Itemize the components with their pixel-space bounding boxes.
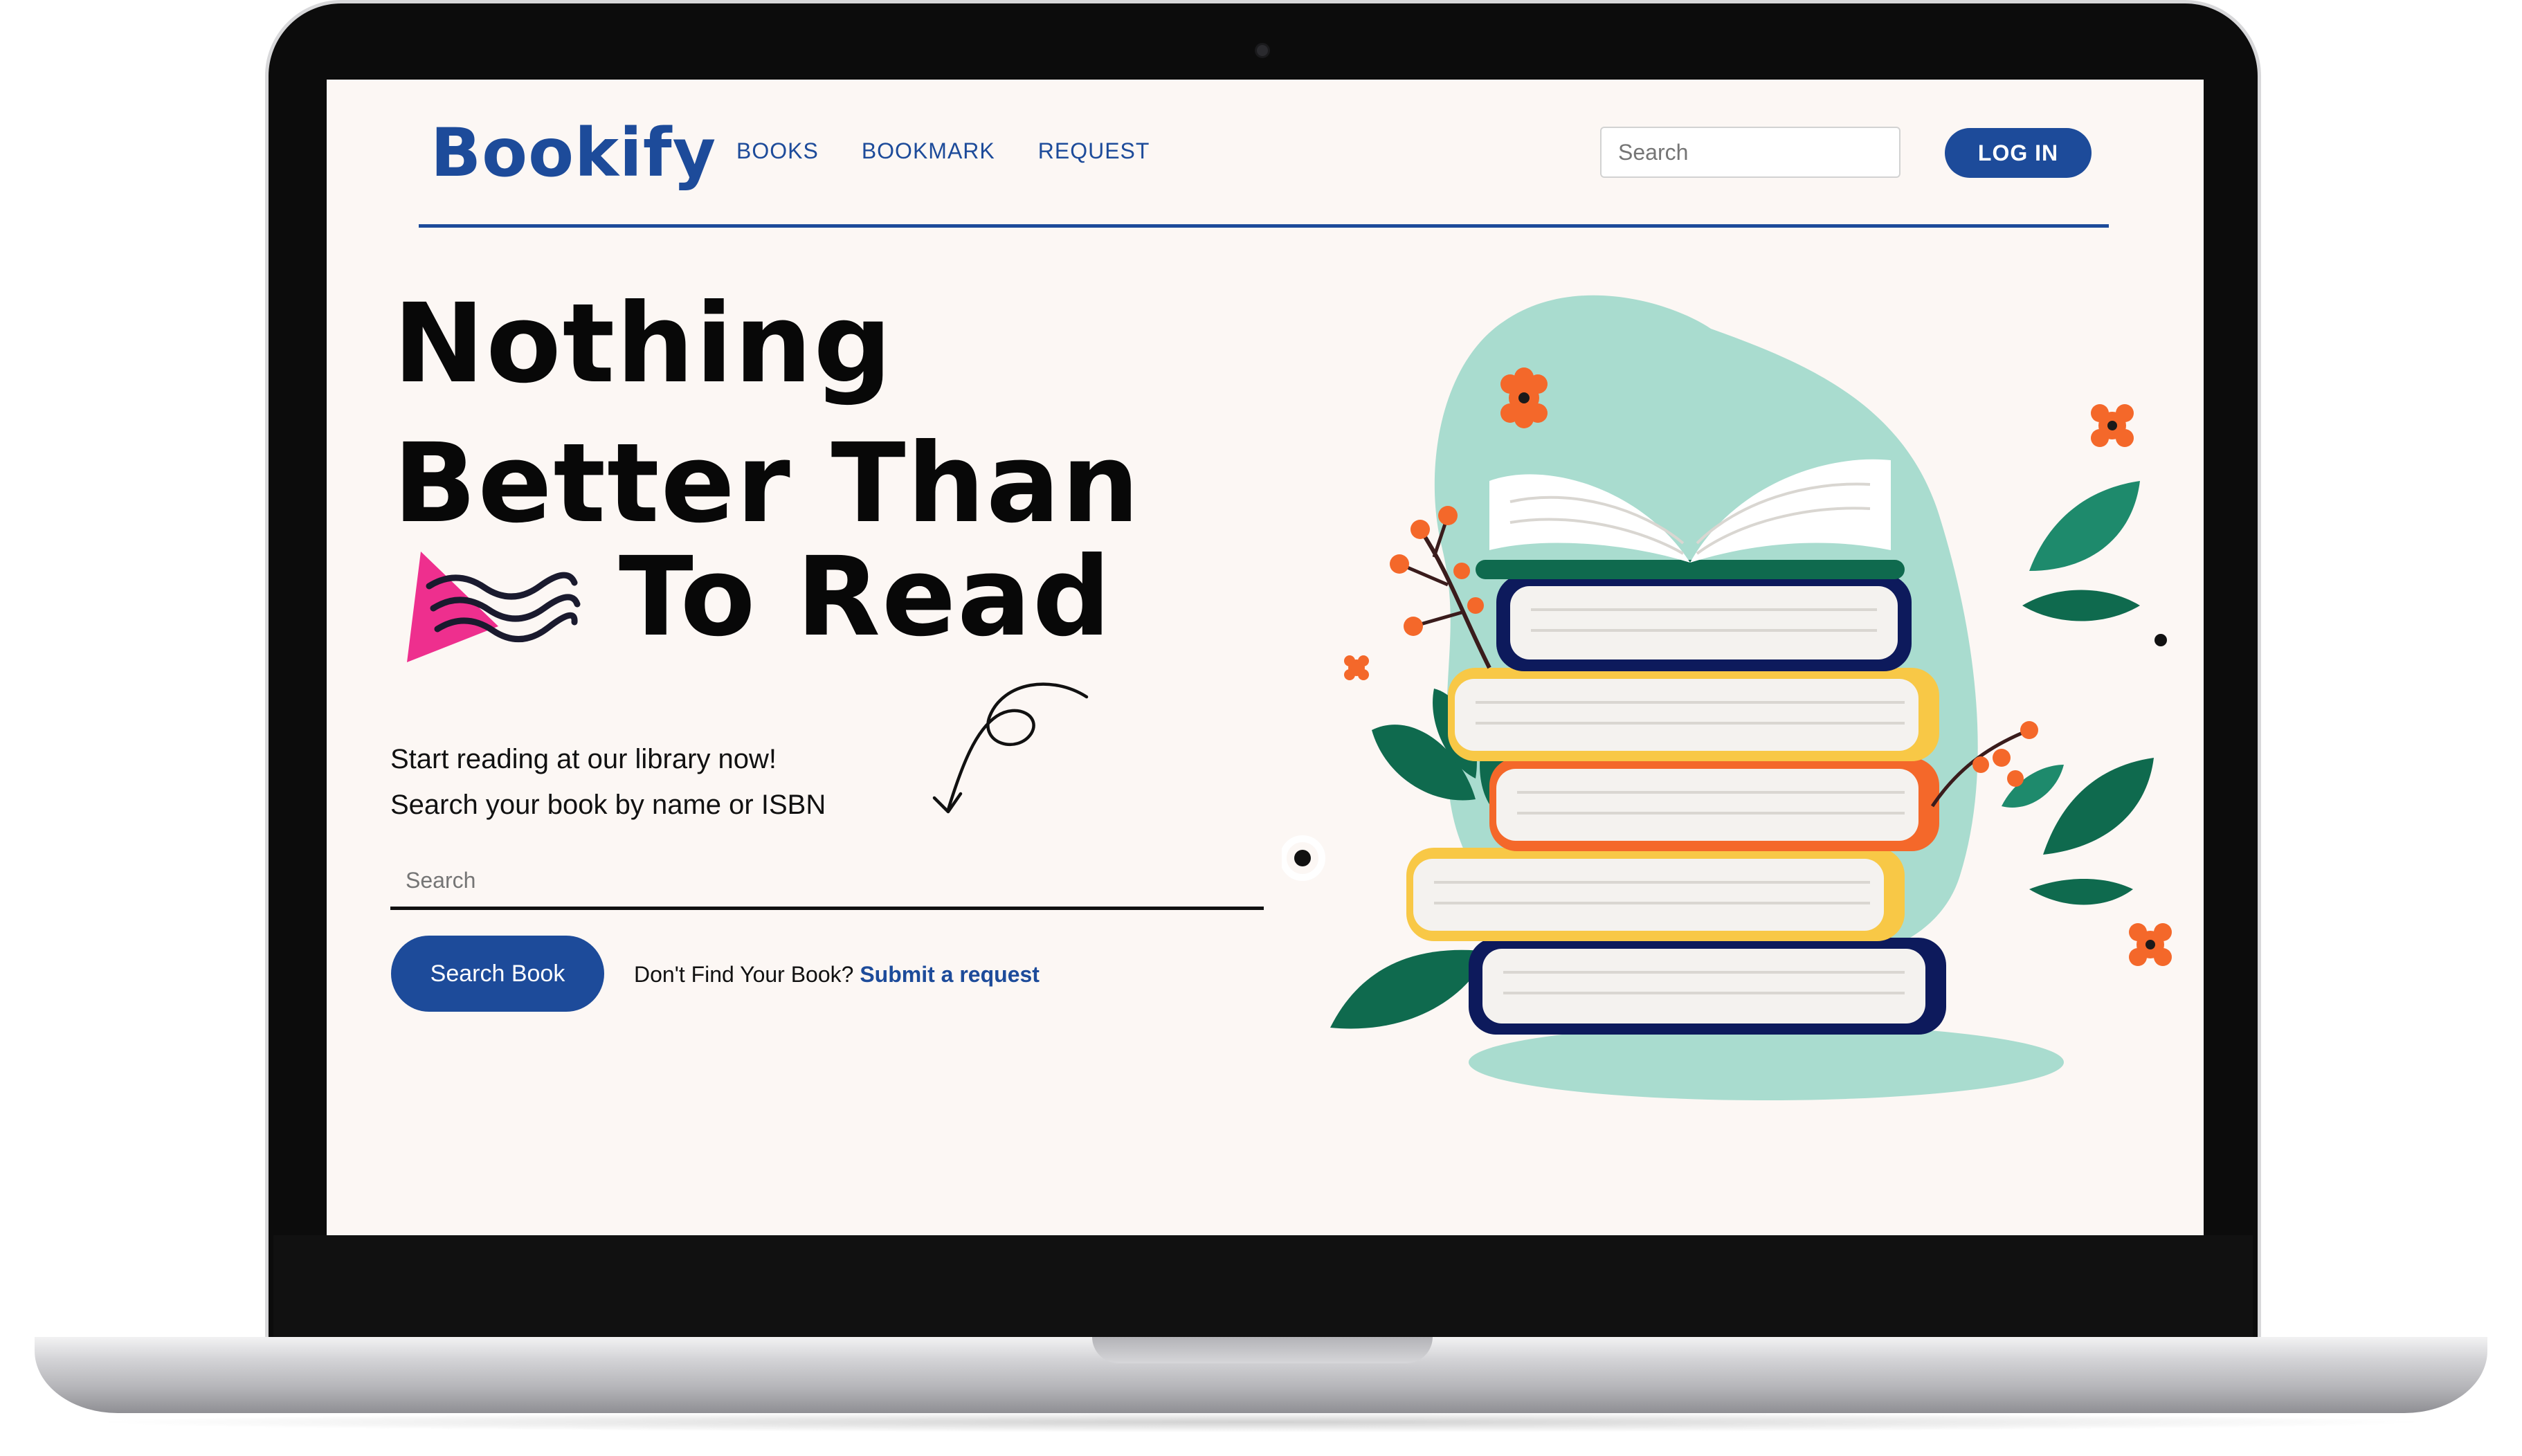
nav-request[interactable]: REQUEST <box>1038 138 1150 164</box>
nav-bookmark[interactable]: BOOKMARK <box>862 138 995 164</box>
site-logo[interactable]: Bookify <box>430 114 716 192</box>
laptop-notch <box>1092 1337 1433 1363</box>
hero-subtitle-line2: Search your book by name or ISBN <box>390 790 826 820</box>
hero-subtitle-line1: Start reading at our library now! <box>390 744 777 774</box>
laptop-bottom-bezel <box>273 1235 2253 1339</box>
hero-title-line3: To Read <box>619 534 1112 661</box>
books-illustration <box>1282 295 2172 1100</box>
submit-request-link[interactable]: Submit a request <box>860 962 1040 987</box>
request-prompt-text: Don't Find Your Book? <box>634 962 854 987</box>
search-book-button[interactable]: Search Book <box>391 936 604 1012</box>
header-search-input[interactable] <box>1600 127 1900 178</box>
hero-title-line1: Nothing <box>393 280 893 408</box>
request-prompt: Don't Find Your Book? Submit a request <box>634 962 1040 988</box>
swoosh-icon <box>407 552 581 662</box>
main-nav: BOOKS BOOKMARK REQUEST <box>736 138 1150 164</box>
book-search-input[interactable] <box>390 855 1264 910</box>
laptop-screen: Bookify BOOKS BOOKMARK REQUEST LOG IN No… <box>327 80 2204 1235</box>
camera-icon <box>1255 43 1270 58</box>
curly-arrow-icon <box>932 682 1089 814</box>
laptop-shadow <box>83 1412 2439 1432</box>
header-divider <box>419 224 2109 228</box>
nav-books[interactable]: BOOKS <box>736 138 819 164</box>
login-button[interactable]: LOG IN <box>1945 128 2092 178</box>
hero-title-line2: Better Than <box>393 420 1141 547</box>
